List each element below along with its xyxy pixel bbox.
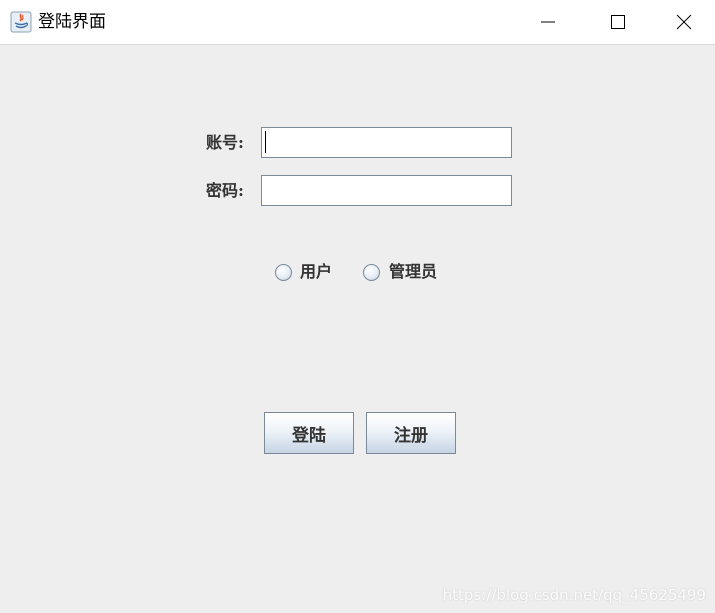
minimize-icon	[541, 21, 555, 23]
login-window: 登陆界面 账号: 密码: 用户 管理员 登陆 注册 https://blog.c…	[0, 0, 715, 613]
radio-user[interactable]	[275, 264, 292, 281]
close-icon	[676, 14, 692, 30]
watermark: https://blog.csdn.net/qq_45625499	[442, 586, 706, 604]
radio-user-label[interactable]: 用户	[300, 262, 332, 282]
maximize-button[interactable]	[583, 0, 653, 44]
java-icon	[10, 11, 32, 33]
close-button[interactable]	[653, 0, 715, 44]
radio-admin[interactable]	[363, 264, 380, 281]
password-label: 密码:	[206, 181, 244, 200]
minimize-button[interactable]	[513, 0, 583, 44]
radio-admin-label[interactable]: 管理员	[389, 262, 437, 282]
account-label: 账号:	[206, 133, 244, 152]
account-input[interactable]	[261, 127, 512, 158]
form-panel: 账号: 密码: 用户 管理员 登陆 注册	[0, 45, 715, 613]
password-input[interactable]	[261, 175, 512, 206]
login-button[interactable]: 登陆	[264, 412, 354, 454]
title-bar: 登陆界面	[0, 0, 715, 45]
window-title: 登陆界面	[38, 12, 106, 32]
text-caret	[265, 131, 266, 153]
maximize-icon	[611, 15, 625, 29]
register-button[interactable]: 注册	[366, 412, 456, 454]
